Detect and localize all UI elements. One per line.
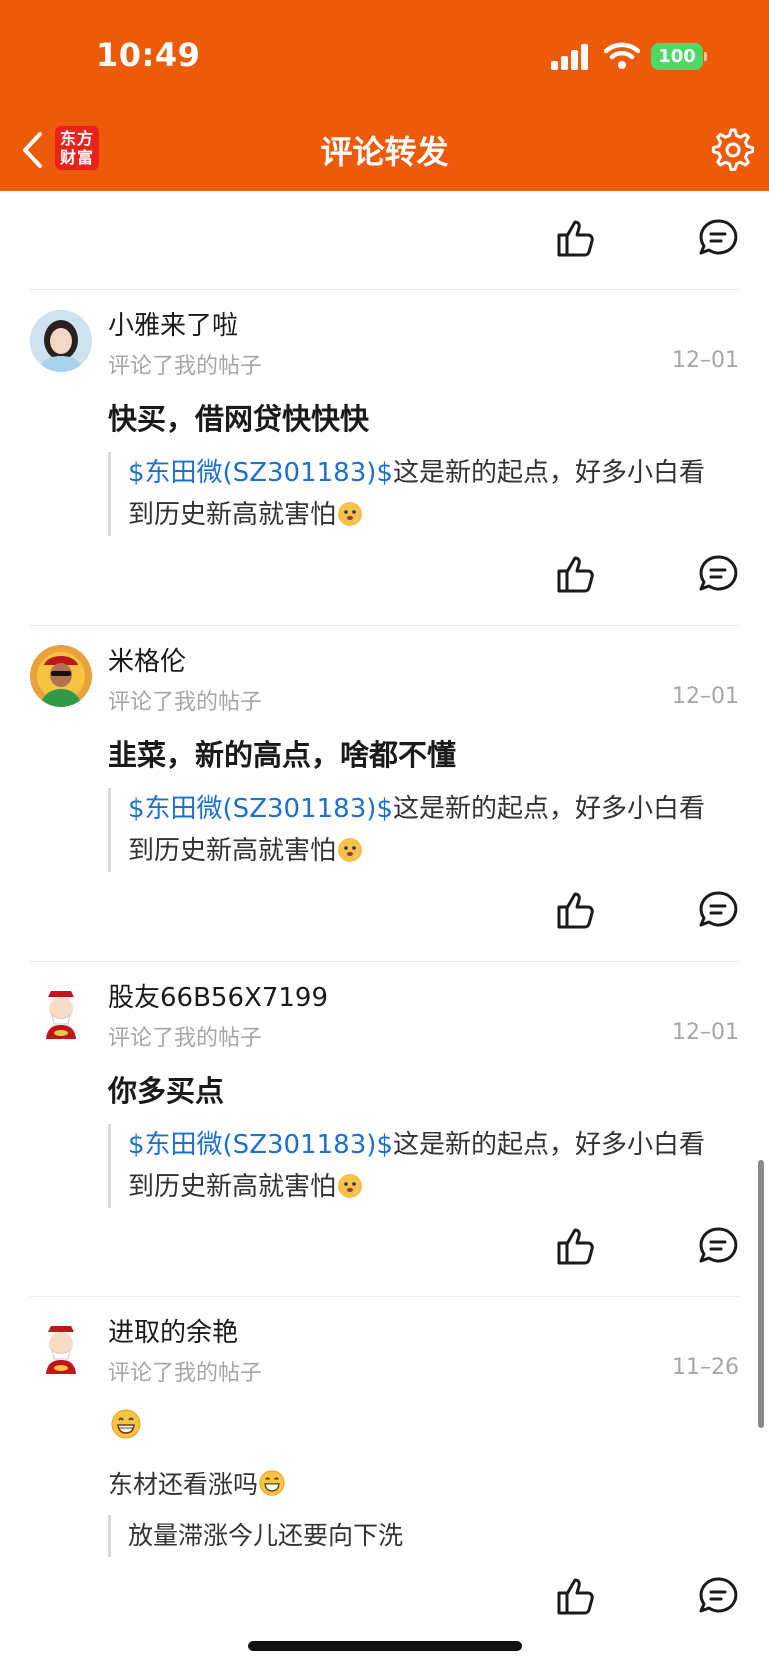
status-time: 10:49 — [96, 36, 201, 74]
quoted-post[interactable]: $东田微(SZ301183)$这是新的起点，好多小白看到历史新高就害怕 — [108, 1124, 723, 1208]
comment-text: 韭菜，新的高点，啥都不懂 — [108, 738, 457, 772]
battery-icon: 100 — [651, 43, 703, 70]
comment-icon[interactable] — [697, 1225, 739, 1267]
quoted-post[interactable]: $东田微(SZ301183)$这是新的起点，好多小白看到历史新高就害怕 — [108, 452, 723, 536]
post-date: 12–01 — [672, 684, 739, 709]
comment-icon[interactable] — [697, 217, 739, 259]
girl-photo-avatar-icon — [30, 310, 92, 372]
action-text: 评论了我的帖子 — [108, 690, 263, 715]
like-icon[interactable] — [555, 553, 597, 595]
username[interactable]: 米格伦 — [108, 641, 186, 678]
caishen-cartoon-avatar-icon — [30, 981, 92, 1043]
like-icon[interactable] — [555, 1225, 597, 1267]
username[interactable]: 股友66B56X7199 — [108, 977, 328, 1014]
comment-text: 快买，借网贷快快快 — [108, 402, 370, 436]
doge-emoji-icon — [338, 1174, 363, 1198]
comment-icon[interactable] — [697, 1575, 739, 1617]
doge-emoji-icon — [338, 838, 363, 862]
stock-link[interactable]: $东田微(SZ301183)$ — [128, 794, 393, 824]
comment-text: 东材还看涨吗 — [108, 1465, 286, 1501]
comment-icon[interactable] — [697, 889, 739, 931]
avatar[interactable] — [30, 1316, 92, 1378]
caishen-red-avatar-icon — [30, 645, 92, 707]
wifi-icon — [604, 42, 640, 69]
cellular-signal-icon — [551, 44, 591, 70]
like-icon[interactable] — [555, 1575, 597, 1617]
grin-emoji-icon — [111, 1409, 141, 1439]
divider — [30, 1296, 739, 1297]
doge-emoji-icon — [338, 502, 363, 526]
home-indicator[interactable] — [248, 1641, 522, 1651]
comment-text: 你多买点 — [108, 1074, 225, 1108]
like-icon[interactable] — [555, 889, 597, 931]
gear-icon[interactable] — [708, 127, 754, 173]
stock-link[interactable]: $东田微(SZ301183)$ — [128, 458, 393, 488]
quote-text: 放量滞涨今儿还要向下洗 — [128, 1521, 404, 1550]
avatar[interactable] — [30, 981, 92, 1043]
avatar[interactable] — [30, 645, 92, 707]
username[interactable]: 进取的余艳 — [108, 1312, 238, 1349]
quoted-post[interactable]: $东田微(SZ301183)$这是新的起点，好多小白看到历史新高就害怕 — [108, 788, 723, 872]
app-header: 10:49 100 东方财富 评论转发 — [0, 0, 769, 191]
stock-link[interactable]: $东田微(SZ301183)$ — [128, 1130, 393, 1160]
battery-tip — [704, 52, 707, 61]
grin-emoji-icon — [259, 1470, 285, 1496]
action-text: 评论了我的帖子 — [108, 1361, 263, 1386]
post-date: 12–01 — [672, 348, 739, 373]
divider — [30, 625, 739, 626]
post-date: 12–01 — [672, 1020, 739, 1045]
like-icon[interactable] — [555, 217, 597, 259]
page-title: 评论转发 — [320, 133, 449, 171]
post-date: 11–26 — [672, 1355, 739, 1380]
avatar[interactable] — [30, 310, 92, 372]
divider — [30, 961, 739, 962]
quoted-post[interactable]: 放量滞涨今儿还要向下洗 — [108, 1515, 723, 1557]
divider — [30, 289, 739, 290]
caishen-cartoon-avatar-icon — [30, 1316, 92, 1378]
scrollbar[interactable] — [758, 1160, 764, 1428]
action-text: 评论了我的帖子 — [108, 354, 263, 379]
action-text: 评论了我的帖子 — [108, 1026, 263, 1051]
username[interactable]: 小雅来了啦 — [108, 305, 238, 342]
comment-icon[interactable] — [697, 553, 739, 595]
